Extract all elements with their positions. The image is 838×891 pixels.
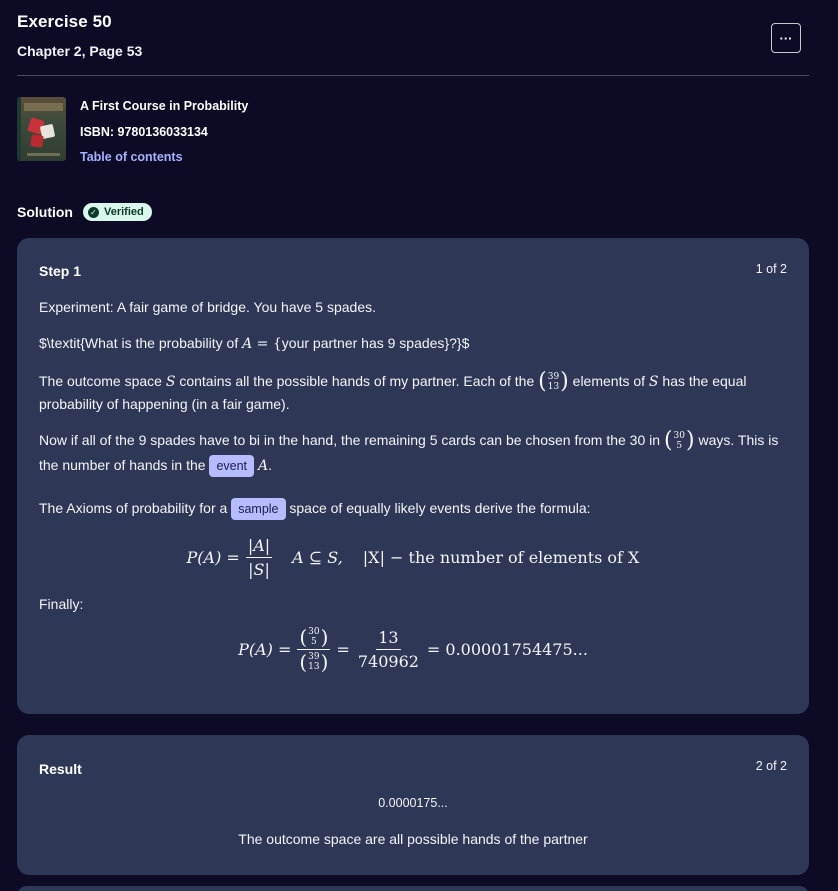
outcome-text: elements of — [568, 373, 649, 389]
step-title: Step 1 — [39, 263, 82, 279]
step-paragraph: $\textit{What is the probability of A = … — [39, 332, 787, 355]
more-options-button[interactable]: ··· — [771, 23, 801, 53]
table-of-contents-link[interactable]: Table of contents — [80, 150, 248, 164]
outcome-text: The outcome space — [39, 373, 166, 389]
next-card-edge — [17, 886, 809, 891]
sample-term-chip[interactable]: sample — [231, 498, 286, 521]
book-isbn: ISBN: 9780136033134 — [80, 125, 208, 139]
solution-label: Solution — [17, 204, 73, 220]
binomial-30-5: (30 5) — [663, 428, 695, 454]
event-term-chip[interactable]: event — [209, 455, 255, 478]
fraction-numerator: 13 — [376, 628, 401, 650]
axioms-text: The Axioms of probability for a — [39, 500, 232, 516]
step-paragraph: The Axioms of probability for a sample s… — [39, 497, 787, 521]
question-text: your partner has 9 spades — [281, 335, 445, 351]
more-icon: ··· — [779, 30, 793, 46]
binom-bottom: 5 — [676, 441, 683, 452]
step-1-card: Step 1 1 of 2 Experiment: A fair game of… — [17, 238, 809, 714]
math-eq: = { — [252, 336, 282, 352]
binom-top: 39 — [308, 652, 320, 662]
final-value: = 0.00001754475... — [426, 639, 588, 659]
binom-top: 30 — [308, 626, 320, 637]
binom-bottom: 13 — [547, 382, 560, 393]
question-text-post: }?}$ — [444, 335, 470, 351]
result-card: Result 2 of 2 0.0000175... The outcome s… — [17, 735, 809, 875]
page-title: Exercise 50 — [17, 12, 112, 31]
verified-badge: ✓ Verified — [83, 203, 152, 221]
step-paragraph: Experiment: A fair game of bridge. You h… — [39, 296, 787, 318]
binom-top: 39 — [547, 372, 560, 383]
book-title[interactable]: A First Course in Probability — [80, 99, 248, 113]
outcome-text: contains all the possible hands of my pa… — [175, 373, 539, 389]
cover-title-band — [24, 103, 63, 111]
math-A: A — [242, 336, 253, 352]
math-S: S — [165, 374, 176, 390]
cover-die — [30, 134, 44, 148]
cover-footer-band — [27, 153, 60, 156]
result-value: 0.0000175... — [378, 796, 448, 810]
verified-label: Verified — [104, 206, 144, 218]
fraction-denominator: (39 13) — [297, 650, 330, 674]
book-cover-image[interactable] — [17, 97, 66, 161]
formula-lhs: P(A) = — [186, 548, 240, 567]
fraction-numerator: (30 5) — [297, 624, 331, 650]
axioms-text: space of equally likely events derive th… — [285, 500, 591, 516]
binom-top: 30 — [673, 431, 685, 442]
equals-sign: = — [336, 639, 350, 659]
step-count: 1 of 2 — [755, 262, 787, 276]
step-paragraph: The outcome space S contains all the pos… — [39, 370, 787, 415]
final-formula: P(A) = (30 5) (39 13) = 13 740962 = 0.0000… — [17, 624, 809, 674]
binomial-30-5: (30 5) — [299, 624, 329, 649]
binom-bottom: 5 — [311, 636, 317, 647]
numeric-fraction: 13 740962 — [356, 628, 421, 671]
solution-heading: Solution ✓ Verified — [17, 203, 152, 221]
math-A: A — [257, 458, 269, 474]
check-icon: ✓ — [88, 206, 99, 218]
exercise-header: Exercise 50 Chapter 2, Page 53 ··· — [17, 12, 809, 59]
fraction: |A| |S| — [245, 536, 273, 579]
page-subtitle: Chapter 2, Page 53 — [17, 43, 143, 59]
step-paragraph: Finally: — [39, 593, 787, 615]
spades-text: . — [268, 457, 272, 473]
fraction-numerator: |A| — [245, 536, 273, 558]
result-text: The outcome space are all possible hands… — [238, 831, 588, 847]
question-text-pre: $\textit{What is the probability of — [39, 335, 243, 351]
math-S: S — [648, 374, 659, 390]
binomial-39-13: (39 13) — [299, 650, 329, 674]
book-info-panel: A First Course in Probability ISBN: 9780… — [17, 97, 248, 164]
experiment-text: Experiment: A fair game of bridge. You h… — [39, 299, 376, 315]
fraction-denominator: 740962 — [357, 651, 419, 671]
binomial-fraction: (30 5) (39 13) — [297, 624, 331, 674]
spades-text: Now if all of the 9 spades have to bi in… — [39, 432, 664, 448]
finally-text: Finally: — [39, 596, 84, 612]
binomial-39-13: (39 13) — [538, 369, 569, 395]
fraction-denominator: |S| — [248, 560, 270, 579]
formula-lhs: P(A) = — [238, 639, 292, 659]
formula-condition: A ⊆ S, — [292, 548, 343, 567]
result-title: Result — [39, 761, 82, 777]
step-paragraph: Now if all of the 9 spades have to bi in… — [39, 428, 787, 479]
result-count: 2 of 2 — [755, 759, 787, 773]
binom-bottom: 13 — [308, 662, 320, 672]
probability-formula: P(A) = |A| |S| A ⊆ S, |X| − the number o… — [17, 536, 809, 579]
formula-definition: |X| − the number of elements of X — [362, 548, 640, 567]
divider — [17, 75, 809, 76]
